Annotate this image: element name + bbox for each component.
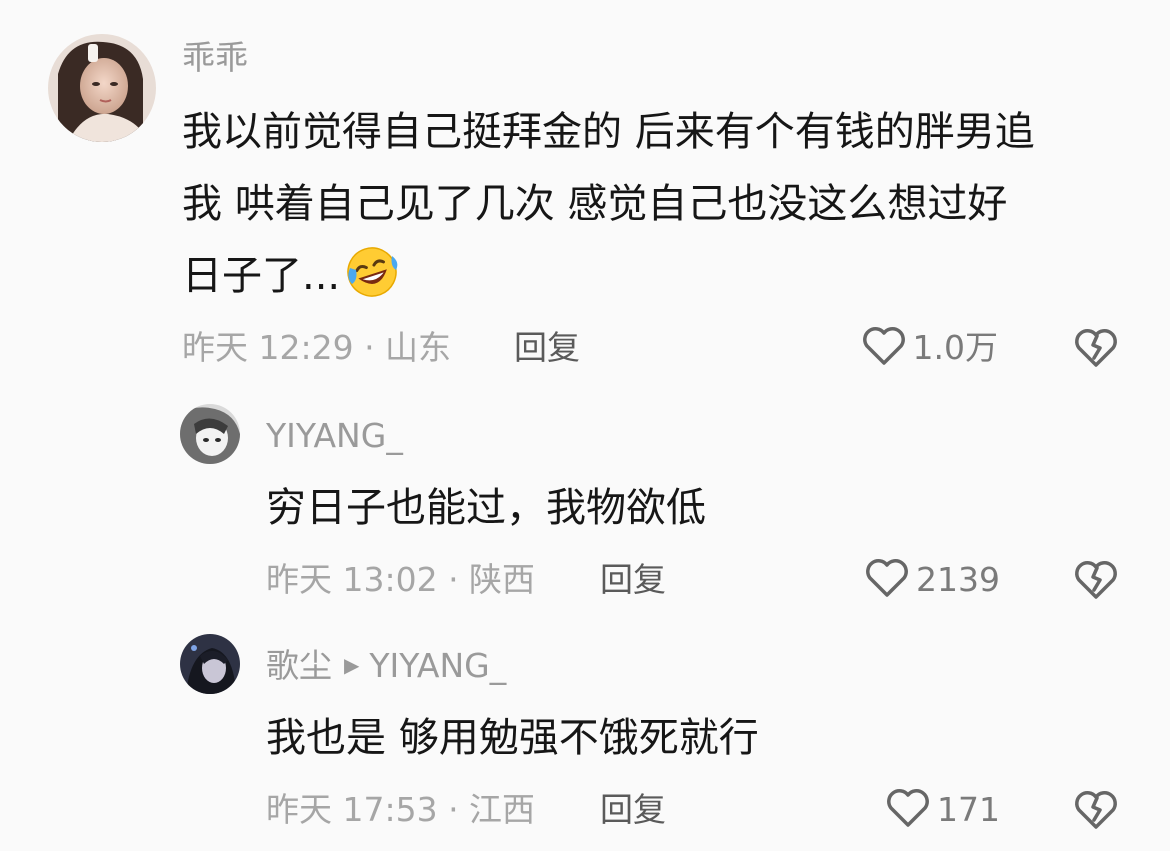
avatar[interactable] bbox=[180, 404, 240, 464]
broken-heart-icon[interactable] bbox=[1072, 558, 1120, 602]
triangle-right-icon: ▶ bbox=[344, 652, 360, 677]
comment-meta: 昨天 17:53 · 江西 bbox=[266, 790, 536, 829]
like-button[interactable]: 171 bbox=[885, 788, 1000, 832]
comment-meta: 昨天 12:29 · 山东 bbox=[182, 328, 452, 367]
comment-text-line-1: 我以前觉得自己挺拜金的 后来有个有钱的胖男追 bbox=[182, 109, 1035, 155]
reply-to-username[interactable]: YIYANG_ bbox=[369, 646, 506, 685]
avatar[interactable] bbox=[180, 634, 240, 694]
reply-button[interactable]: 回复 bbox=[514, 328, 580, 368]
reply-button[interactable]: 回复 bbox=[600, 560, 666, 600]
heart-outline-icon bbox=[885, 787, 931, 833]
comment-username[interactable]: YIYANG_ bbox=[266, 416, 403, 456]
comment-username-row: 歌尘 ▶ YIYANG_ bbox=[266, 646, 506, 688]
like-count: 2139 bbox=[916, 560, 1000, 599]
broken-heart-icon[interactable] bbox=[1072, 788, 1120, 832]
comment-text: 穷日子也能过，我物欲低 bbox=[266, 485, 706, 531]
like-button[interactable]: 2139 bbox=[864, 558, 1000, 602]
comment-text-line-3-text: 日子了... bbox=[182, 253, 341, 299]
comment-username[interactable]: 乖乖 bbox=[182, 38, 248, 78]
like-count: 1.0万 bbox=[912, 328, 998, 367]
comment-meta: 昨天 13:02 · 陕西 bbox=[266, 560, 536, 599]
reply-button[interactable]: 回复 bbox=[600, 790, 666, 830]
heart-outline-icon bbox=[864, 557, 910, 603]
avatar[interactable] bbox=[48, 34, 156, 142]
like-button[interactable]: 1.0万 bbox=[861, 326, 998, 370]
broken-heart-icon[interactable] bbox=[1072, 326, 1120, 370]
comment-text-line-3: 日子了... bbox=[182, 240, 400, 312]
like-count: 171 bbox=[937, 790, 1000, 829]
comment-text-line-2: 我 哄着自己见了几次 感觉自己也没这么想过好 bbox=[182, 181, 1008, 227]
laughing-crying-emoji-icon bbox=[344, 244, 400, 300]
comment-username[interactable]: 歌尘 bbox=[266, 646, 332, 685]
heart-outline-icon bbox=[861, 325, 907, 371]
comment-text: 我也是 够用勉强不饿死就行 bbox=[266, 715, 759, 761]
